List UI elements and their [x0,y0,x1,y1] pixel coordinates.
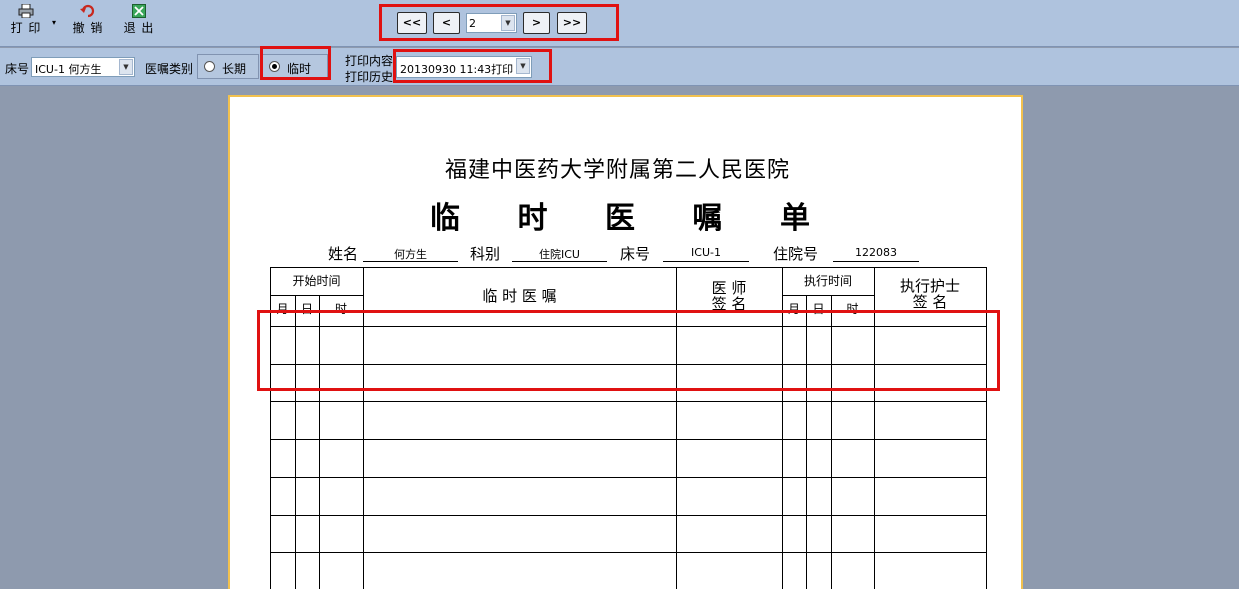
exit-button[interactable]: 退 出 [121,4,157,36]
order-type-label: 医嘱类别 [145,62,194,76]
header-month: 月 [276,302,289,316]
header-day: 日 [300,302,313,316]
exit-button-label: 退 出 [123,21,155,35]
printer-icon [18,4,34,18]
radio-long-term-label: 长期 [222,62,247,76]
main-toolbar: 打 印 ▾ 撤 销 退 出 << < 2 ▼ > >> [0,0,1239,47]
header-start-time: 开始时间 [292,274,341,288]
last-page-button[interactable]: >> [557,12,587,34]
bed-select[interactable]: ICU-1 何方生 ▼ [31,57,135,77]
header-doctor-line2: 签 名 [711,295,747,313]
header-hour: 时 [334,302,347,316]
order-table-grid [270,267,987,589]
header-nurse-line2: 签 名 [912,293,948,311]
print-preview-page: 福建中医药大学附属第二人民医院 临 时 医 嘱 单 姓名 何方生 科别 住院IC… [228,95,1023,589]
radio-temporary-label: 临时 [287,62,312,76]
bed-select-value: ICU-1 何方生 [35,63,102,76]
filter-bar: 床号 ICU-1 何方生 ▼ 医嘱类别 长期 临时 打印内容 打印历史 2013… [0,48,1239,86]
chevron-down-icon[interactable]: ▼ [516,58,530,74]
undo-button[interactable]: 撤 销 [70,4,106,36]
next-page-button[interactable]: > [523,12,550,34]
first-page-button[interactable]: << [397,12,427,34]
prev-page-button[interactable]: < [433,12,460,34]
page-number-value: 2 [469,17,476,30]
print-history-label: 打印历史 [345,70,394,84]
print-history-value: 20130930 11:43打印 [400,63,514,76]
print-button[interactable]: 打 印 [9,4,43,36]
print-history-select[interactable]: 20130930 11:43打印 ▼ [396,56,532,78]
radio-temporary[interactable]: 临时 [262,54,328,79]
radio-long-term[interactable]: 长期 [197,54,259,79]
undo-button-label: 撤 销 [72,21,104,35]
undo-icon [80,4,95,18]
chevron-down-icon[interactable]: ▼ [501,15,515,31]
header-exec-month: 月 [787,302,800,316]
header-exec-day: 日 [812,302,825,316]
print-content-label: 打印内容 [345,54,394,68]
chevron-down-icon[interactable]: ▼ [119,59,133,75]
radio-unchecked-icon[interactable] [204,61,215,72]
bed-label: 床号 [5,62,30,76]
header-order: 临 时 医 嘱 [482,287,557,305]
header-exec-time: 执行时间 [803,274,852,288]
print-button-label: 打 印 [10,21,42,35]
exit-icon [132,4,146,18]
print-dropdown-icon[interactable]: ▾ [52,18,56,27]
header-exec-hour: 时 [846,302,859,316]
page-number-select[interactable]: 2 ▼ [466,13,517,33]
radio-checked-icon[interactable] [269,61,280,72]
